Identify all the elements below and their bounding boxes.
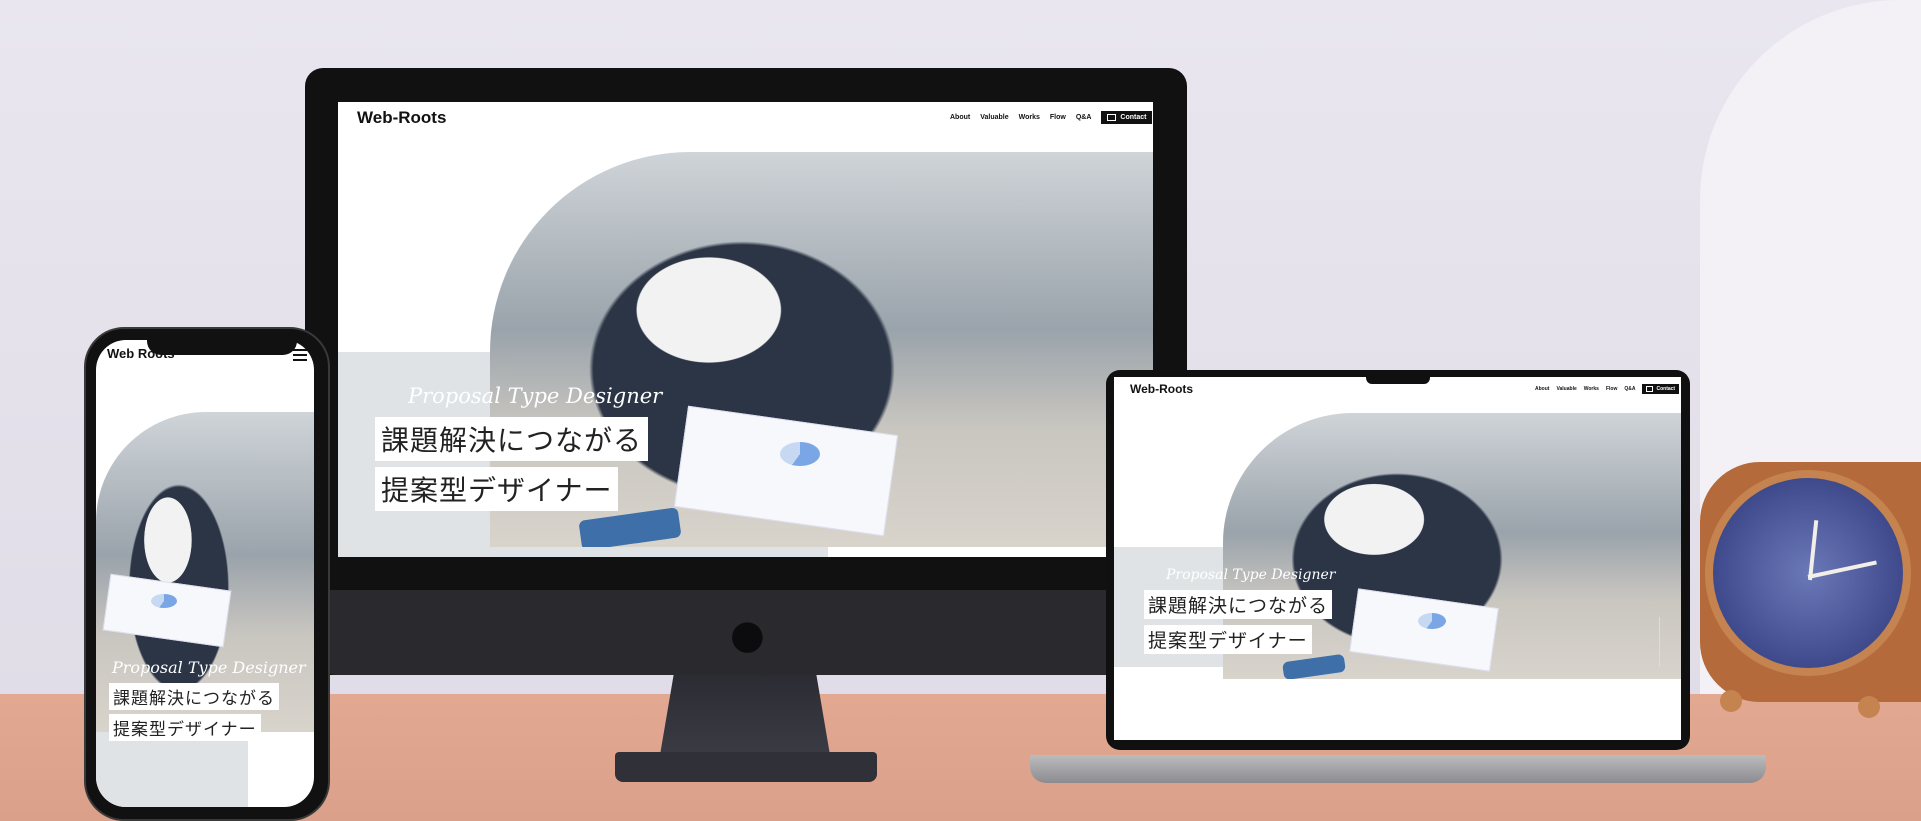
site-logo[interactable]: Web-Roots <box>357 108 446 128</box>
scroll-indicator <box>1659 617 1660 667</box>
nav-qa[interactable]: Q&A <box>1076 114 1092 121</box>
main-nav: About Valuable Works Flow Q&A Contact <box>1535 384 1680 394</box>
laptop-notch <box>1366 374 1430 384</box>
document-paper <box>1349 588 1499 672</box>
headline-line2: 提案型デザイナー <box>375 467 619 511</box>
nav-flow[interactable]: Flow <box>1606 386 1617 392</box>
mail-icon <box>1107 114 1117 121</box>
contact-button[interactable]: Contact <box>1101 111 1153 124</box>
apple-logo-icon: ● <box>730 612 765 658</box>
document-paper <box>673 405 899 537</box>
phone-on-desk <box>1282 653 1346 679</box>
headline-line1: 課題解決につながる <box>109 683 279 710</box>
headline-line2: 提案型デザイナー <box>109 714 261 741</box>
headline-line1: 課題解決につながる <box>1144 590 1333 619</box>
tagline-script: Proposal Type Designer <box>112 658 306 677</box>
hamburger-menu-icon[interactable] <box>293 349 307 364</box>
contact-label: Contact <box>1656 386 1676 392</box>
nav-works[interactable]: Works <box>1019 114 1040 121</box>
tagline-script: Proposal Type Designer <box>1166 567 1336 583</box>
nav-works[interactable]: Works <box>1584 386 1599 392</box>
pie-chart-graphic <box>1418 613 1446 629</box>
clock-foot-left <box>1720 690 1742 712</box>
phone-screen: Web Roots Proposal Type Designer 課題解決につな… <box>96 340 314 807</box>
imac-base <box>615 752 877 782</box>
nav-valuable[interactable]: Valuable <box>980 114 1008 121</box>
headline-line1: 課題解決につながる <box>375 417 649 461</box>
laptop-base <box>1030 755 1766 783</box>
nav-flow[interactable]: Flow <box>1050 114 1066 121</box>
laptop-screen: Web-Roots About Valuable Works Flow Q&A … <box>1114 377 1681 740</box>
nav-about[interactable]: About <box>950 114 970 121</box>
phone-on-desk <box>578 507 682 547</box>
document-paper <box>102 573 232 648</box>
mail-icon <box>1646 386 1654 392</box>
pie-chart-graphic <box>151 594 177 608</box>
device-mockup-scene: Web-Roots About Valuable Works Flow Q&A … <box>0 0 1921 821</box>
clock-foot-right <box>1858 696 1880 718</box>
nav-about[interactable]: About <box>1535 386 1549 392</box>
site-logo[interactable]: Web-Roots <box>1130 382 1193 396</box>
phone-notch <box>147 333 297 355</box>
headline-line2: 提案型デザイナー <box>1144 625 1312 654</box>
contact-label: Contact <box>1120 114 1147 121</box>
tagline-script: Proposal Type Designer <box>408 384 663 408</box>
nav-valuable[interactable]: Valuable <box>1556 386 1576 392</box>
contact-button[interactable]: Contact <box>1642 384 1680 394</box>
imac-screen: Web-Roots About Valuable Works Flow Q&A … <box>338 102 1153 557</box>
imac-stand <box>660 675 830 755</box>
nav-qa[interactable]: Q&A <box>1624 386 1635 392</box>
pie-chart-graphic <box>780 442 820 466</box>
main-nav: About Valuable Works Flow Q&A Contact <box>950 111 1153 124</box>
